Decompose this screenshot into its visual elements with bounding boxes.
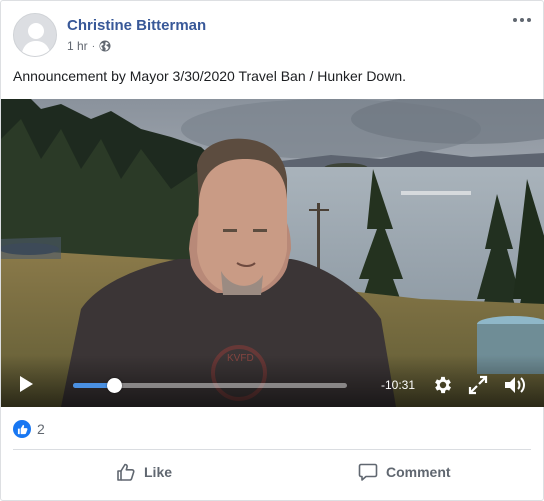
more-dot: [513, 18, 517, 22]
meta-separator: ·: [91, 40, 96, 52]
gear-icon[interactable]: [432, 374, 454, 396]
more-dot: [527, 18, 531, 22]
comment-label: Comment: [386, 464, 451, 480]
progress-handle[interactable]: [107, 378, 122, 393]
more-options-icon[interactable]: [511, 13, 533, 27]
globe-icon[interactable]: [99, 40, 111, 52]
reaction-summary[interactable]: 2: [13, 420, 45, 438]
thumbs-up-outline-icon: [117, 463, 135, 481]
thumbs-up-icon: [13, 420, 31, 438]
play-icon[interactable]: [17, 375, 35, 393]
actions-divider: [13, 449, 531, 450]
avatar[interactable]: [13, 13, 57, 57]
post-card: Christine Bitterman 1 hr · Announcement …: [0, 0, 544, 501]
remaining-time: -10:31: [381, 378, 416, 392]
post-text: Announcement by Mayor 3/30/2020 Travel B…: [13, 68, 406, 84]
more-dot: [520, 18, 524, 22]
comment-button[interactable]: Comment: [358, 459, 451, 485]
volume-icon[interactable]: [503, 374, 527, 396]
expand-icon[interactable]: [468, 375, 488, 395]
video-controls: -10:31: [1, 355, 544, 407]
default-avatar-icon: [14, 14, 56, 56]
comment-icon: [358, 463, 378, 481]
post-time[interactable]: 1 hr: [67, 39, 88, 53]
post-meta: 1 hr ·: [67, 39, 111, 53]
video-player[interactable]: KVFD -10:31: [1, 99, 544, 407]
reaction-count: 2: [37, 421, 45, 437]
progress-bar[interactable]: [73, 378, 347, 393]
like-label: Like: [144, 464, 173, 480]
author-name[interactable]: Christine Bitterman: [67, 17, 206, 34]
like-button[interactable]: Like: [116, 459, 172, 485]
